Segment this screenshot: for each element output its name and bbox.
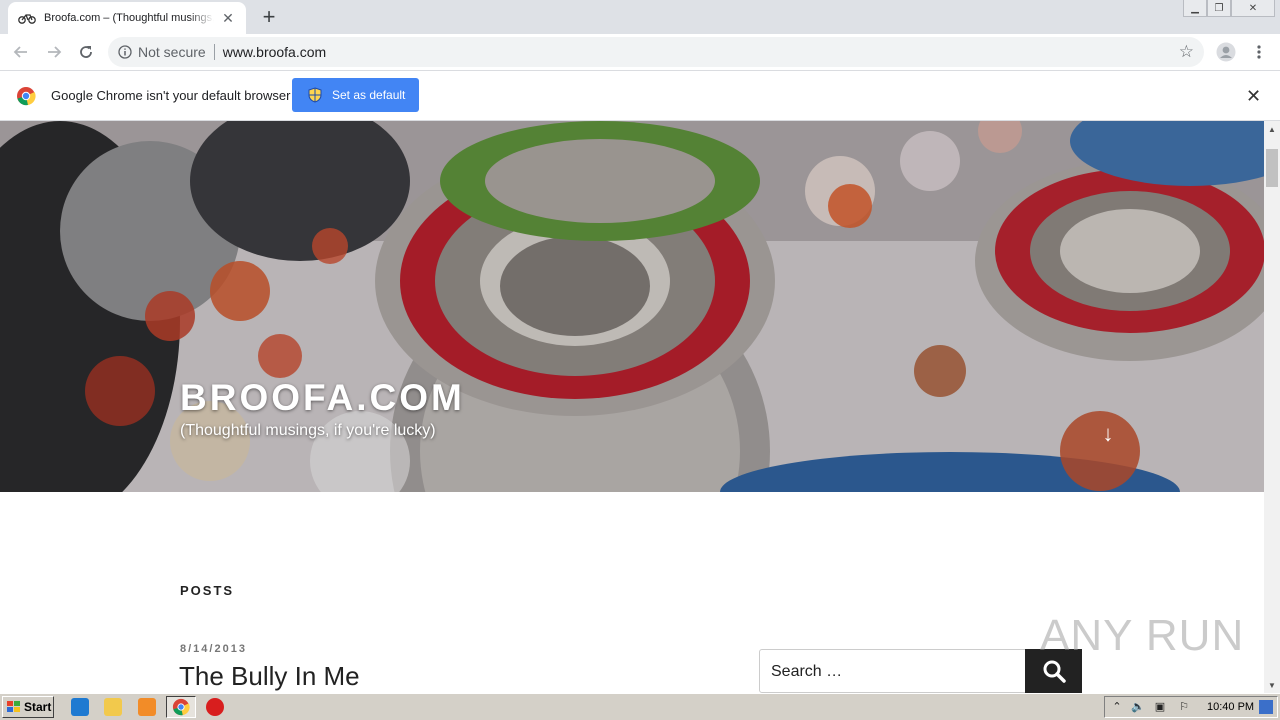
url-text[interactable]: www.broofa.com <box>223 44 326 60</box>
tray-expand-icon[interactable]: ⌃ <box>1110 700 1124 714</box>
taskbar-chrome-button[interactable] <box>166 696 196 718</box>
network-icon[interactable]: ▣ <box>1153 700 1167 714</box>
infobar-message: Google Chrome isn't your default browser <box>51 88 291 103</box>
profile-avatar[interactable] <box>1214 40 1238 64</box>
chrome-logo-icon <box>16 86 36 111</box>
default-browser-infobar: Google Chrome isn't your default browser… <box>0 71 1280 121</box>
scroll-down-button-icon[interactable]: ▼ <box>1264 677 1280 693</box>
start-button[interactable]: Start <box>2 696 54 718</box>
page-scrollbar[interactable]: ▲ ▼ <box>1264 121 1280 693</box>
reload-icon <box>80 46 92 58</box>
start-label: Start <box>24 700 52 714</box>
volume-icon[interactable]: 🔈 <box>1131 700 1145 714</box>
post-title[interactable]: The Bully In Me <box>179 661 360 692</box>
bicycle-favicon-icon <box>18 11 36 25</box>
uac-shield-icon <box>308 87 322 103</box>
scroll-thumb[interactable] <box>1266 149 1278 187</box>
action-center-flag-icon[interactable]: ⚐ <box>1177 700 1191 714</box>
set-as-default-button[interactable]: Set as default <box>292 78 419 112</box>
tab-strip: Broofa.com – (Thoughtful musings, if you… <box>0 0 1280 34</box>
media-player-icon[interactable] <box>138 698 156 716</box>
post-date[interactable]: 8/14/2013 <box>180 643 247 655</box>
kebab-menu-icon <box>1257 45 1261 59</box>
site-title[interactable]: BROOFA.COM <box>180 377 465 419</box>
system-tray: ⌃ 🔈 ▣ ⚐ 10:40 PM <box>1104 696 1278 718</box>
restore-window-icon[interactable]: ❐ <box>1207 0 1231 17</box>
bookmark-star-icon[interactable]: ☆ <box>1179 42 1194 62</box>
forward-arrow-icon <box>48 46 62 58</box>
info-icon <box>118 45 132 59</box>
tab-title: Broofa.com – (Thoughtful musings, if you… <box>44 12 214 24</box>
site-tagline: (Thoughtful musings, if you're lucky) <box>180 422 436 439</box>
show-desktop-icon[interactable] <box>1259 700 1273 714</box>
back-button[interactable] <box>9 40 33 64</box>
search-placeholder: Search … <box>771 663 843 680</box>
scroll-down-arrow-icon[interactable]: ↓ <box>1096 421 1120 447</box>
omnibox-separator <box>213 44 215 60</box>
browser-tab[interactable]: Broofa.com – (Thoughtful musings, if you… <box>8 2 246 34</box>
infobar-close-icon[interactable]: ✕ <box>1246 86 1261 107</box>
chrome-taskbar-icon <box>172 698 190 716</box>
page-viewport: BROOFA.COM (Thoughtful musings, if you'r… <box>0 121 1264 693</box>
window-controls: ▁ ❐ ✕ <box>1183 0 1275 18</box>
ie-icon[interactable] <box>71 698 89 716</box>
stop-sign-icon[interactable] <box>206 698 224 716</box>
header-hero-image: BROOFA.COM (Thoughtful musings, if you'r… <box>0 121 1264 492</box>
explorer-folder-icon[interactable] <box>104 698 122 716</box>
browser-toolbar: Not secure www.broofa.com ☆ <box>0 34 1280 71</box>
scroll-up-arrow-icon[interactable]: ▲ <box>1264 121 1280 137</box>
minimize-window-icon[interactable]: ▁ <box>1183 0 1207 17</box>
search-icon <box>1043 660 1066 683</box>
set-as-default-label: Set as default <box>332 88 406 102</box>
reload-button[interactable] <box>74 40 98 64</box>
windows-logo-icon <box>7 701 20 712</box>
windows-taskbar: Start ⌃ 🔈 ▣ ⚐ 10:40 PM <box>0 693 1280 720</box>
security-label: Not secure <box>138 44 206 60</box>
account-icon <box>1216 42 1236 62</box>
tab-close-icon[interactable]: ✕ <box>220 10 236 26</box>
back-arrow-icon <box>13 46 27 58</box>
menu-button[interactable] <box>1247 40 1271 64</box>
posts-heading: POSTS <box>180 583 235 598</box>
close-window-icon[interactable]: ✕ <box>1231 0 1275 17</box>
anyrun-watermark: ANY RUN <box>1040 611 1245 660</box>
address-bar[interactable]: Not secure www.broofa.com ☆ <box>108 37 1204 67</box>
new-tab-button[interactable]: + <box>256 4 282 29</box>
taskbar-clock[interactable]: 10:40 PM <box>1207 701 1254 713</box>
forward-button[interactable] <box>42 40 66 64</box>
